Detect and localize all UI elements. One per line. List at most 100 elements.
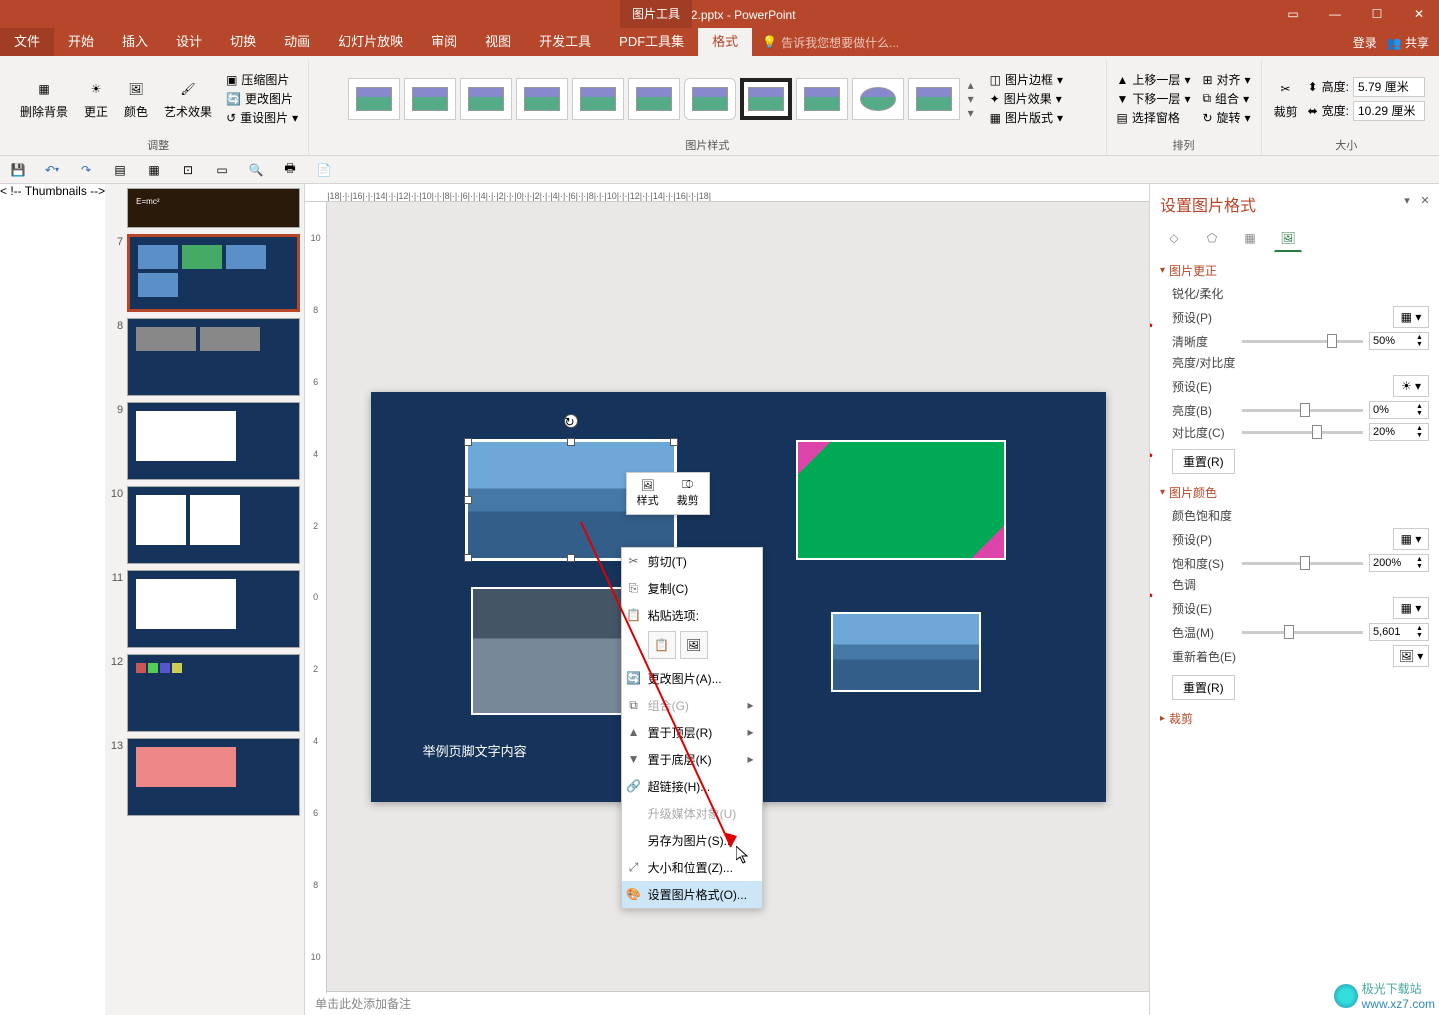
rotate-handle[interactable]: ↻ [564, 414, 578, 428]
ctx-save-as-picture[interactable]: 另存为图片(S)... [622, 827, 762, 854]
change-picture-button[interactable]: 🔄更改图片 [222, 89, 302, 108]
style-preset[interactable] [404, 78, 456, 120]
share-button[interactable]: 👥 共享 [1387, 34, 1429, 51]
align-button[interactable]: ⊞对齐 ▾ [1198, 70, 1254, 89]
style-preset[interactable] [572, 78, 624, 120]
ctx-format-picture[interactable]: 🎨设置图片格式(O)... [622, 881, 762, 908]
sharpness-slider[interactable] [1242, 340, 1363, 343]
pane-options-icon[interactable]: ▾ [1399, 192, 1415, 208]
height-input[interactable] [1353, 77, 1425, 97]
tab-pdf[interactable]: PDF工具集 [605, 28, 698, 56]
resize-handle[interactable] [670, 438, 678, 446]
style-preset[interactable] [852, 78, 904, 120]
tab-insert[interactable]: 插入 [108, 28, 162, 56]
tab-dev[interactable]: 开发工具 [525, 28, 605, 56]
reset-corrections-button[interactable]: 重置(R) [1172, 449, 1235, 474]
sharpness-input[interactable] [1370, 333, 1414, 349]
paste-option-1[interactable]: 📋 [648, 631, 676, 659]
qat-btn[interactable]: 📄 [314, 160, 334, 180]
effects-tab[interactable]: ⬠ [1198, 224, 1226, 252]
color-button[interactable]: 🖼 颜色 [118, 75, 154, 122]
notes-placeholder[interactable]: 单击此处添加备注 [305, 991, 1149, 1015]
brightness-preset-button[interactable]: ☀ ▾ [1393, 375, 1429, 397]
qat-btn[interactable]: ▤ [110, 160, 130, 180]
group-button[interactable]: ⧉组合 ▾ [1198, 89, 1254, 108]
rotate-button[interactable]: ↻旋转 ▾ [1198, 108, 1254, 127]
contrast-input[interactable] [1370, 424, 1414, 440]
slide-thumb-13[interactable] [127, 738, 300, 816]
qat-btn[interactable]: 🖶 [280, 160, 300, 180]
section-picture-corrections[interactable]: 图片更正 [1160, 262, 1429, 279]
slide-thumb-12[interactable] [127, 654, 300, 732]
picture-effects-button[interactable]: ✦图片效果 ▾ [986, 89, 1067, 108]
reset-color-button[interactable]: 重置(R) [1172, 675, 1235, 700]
resize-handle[interactable] [567, 554, 575, 562]
bring-forward-button[interactable]: ▲上移一层 ▾ [1113, 70, 1195, 89]
ctx-paste[interactable]: 📋粘贴选项: [622, 602, 762, 629]
resize-handle[interactable] [567, 438, 575, 446]
picture-tab[interactable]: 🖼 [1274, 224, 1302, 252]
tab-review[interactable]: 审阅 [417, 28, 471, 56]
slide-thumb-6[interactable]: E=mc² [127, 188, 300, 228]
style-preset[interactable] [740, 78, 792, 120]
undo-button[interactable]: ↶▾ [42, 160, 62, 180]
reset-picture-button[interactable]: ↺重设图片 ▾ [222, 108, 302, 127]
section-crop[interactable]: 裁剪 [1160, 710, 1429, 727]
mini-crop-button[interactable]: ⎄裁剪 [671, 477, 705, 510]
selection-pane-button[interactable]: ▤选择窗格 [1113, 108, 1195, 127]
tab-transitions[interactable]: 切换 [216, 28, 270, 56]
tab-animations[interactable]: 动画 [270, 28, 324, 56]
style-preset[interactable] [908, 78, 960, 120]
mini-style-button[interactable]: 🖼样式 [631, 477, 665, 510]
style-preset[interactable] [460, 78, 512, 120]
style-preset[interactable] [684, 78, 736, 120]
style-preset[interactable] [628, 78, 680, 120]
temperature-input[interactable] [1370, 624, 1414, 640]
slide-picture[interactable] [831, 612, 981, 692]
tab-view[interactable]: 视图 [471, 28, 525, 56]
pane-close-icon[interactable]: ✕ [1417, 192, 1433, 208]
slide-thumb-8[interactable] [127, 318, 300, 396]
brightness-input[interactable] [1370, 402, 1414, 418]
compress-pictures-button[interactable]: ▣压缩图片 [222, 70, 302, 89]
tab-format[interactable]: 格式 [698, 28, 752, 56]
saturation-preset-button[interactable]: ▦ ▾ [1393, 528, 1429, 550]
artistic-effects-button[interactable]: 🖌 艺术效果 [158, 75, 218, 122]
slide-thumb-11[interactable] [127, 570, 300, 648]
send-backward-button[interactable]: ▼下移一层 ▾ [1113, 89, 1195, 108]
width-input[interactable] [1353, 101, 1425, 121]
contrast-slider[interactable] [1242, 431, 1363, 434]
slide-thumb-9[interactable] [127, 402, 300, 480]
tell-me-search[interactable]: 💡 告诉我您想要做什么... [762, 28, 899, 56]
qat-btn[interactable]: ▦ [144, 160, 164, 180]
corrections-button[interactable]: ☀ 更正 [78, 75, 114, 122]
slide-thumb-10[interactable] [127, 486, 300, 564]
saturation-slider[interactable] [1242, 562, 1363, 565]
ctx-send-back[interactable]: ▼置于底层(K) [622, 746, 762, 773]
crop-button[interactable]: ✂ 裁剪 [1268, 75, 1304, 122]
ctx-hyperlink[interactable]: 🔗超链接(H)... [622, 773, 762, 800]
qat-btn[interactable]: ⊡ [178, 160, 198, 180]
brightness-slider[interactable] [1242, 409, 1363, 412]
tab-slideshow[interactable]: 幻灯片放映 [324, 28, 417, 56]
ctx-size-position[interactable]: ⤢大小和位置(Z)... [622, 854, 762, 881]
style-preset[interactable] [796, 78, 848, 120]
tab-home[interactable]: 开始 [54, 28, 108, 56]
style-preset[interactable] [348, 78, 400, 120]
ctx-cut[interactable]: ✂剪切(T) [622, 548, 762, 575]
fill-tab[interactable]: ◇ [1160, 224, 1188, 252]
picture-layout-button[interactable]: ▦图片版式 ▾ [986, 108, 1067, 127]
qat-btn[interactable]: 🔍 [246, 160, 266, 180]
tab-file[interactable]: 文件 [0, 28, 54, 56]
slide-picture[interactable] [796, 440, 1006, 560]
tab-design[interactable]: 设计 [162, 28, 216, 56]
picture-tools-tab[interactable]: 图片工具 [620, 0, 692, 28]
slide[interactable]: ↻ 举例页脚文字内容 🖼样式 ⎄裁剪 [371, 392, 1106, 802]
picture-styles-gallery[interactable]: ▴▾▾ [348, 78, 974, 120]
slide-thumbnails-panel[interactable]: E=mc² 7 8 9 10 11 12 13 [105, 184, 305, 1015]
resize-handle[interactable] [464, 554, 472, 562]
tone-preset-button[interactable]: ▦ ▾ [1393, 597, 1429, 619]
redo-button[interactable]: ↷ [76, 160, 96, 180]
ctx-bring-front[interactable]: ▲置于顶层(R) [622, 719, 762, 746]
qat-btn[interactable]: ▭ [212, 160, 232, 180]
